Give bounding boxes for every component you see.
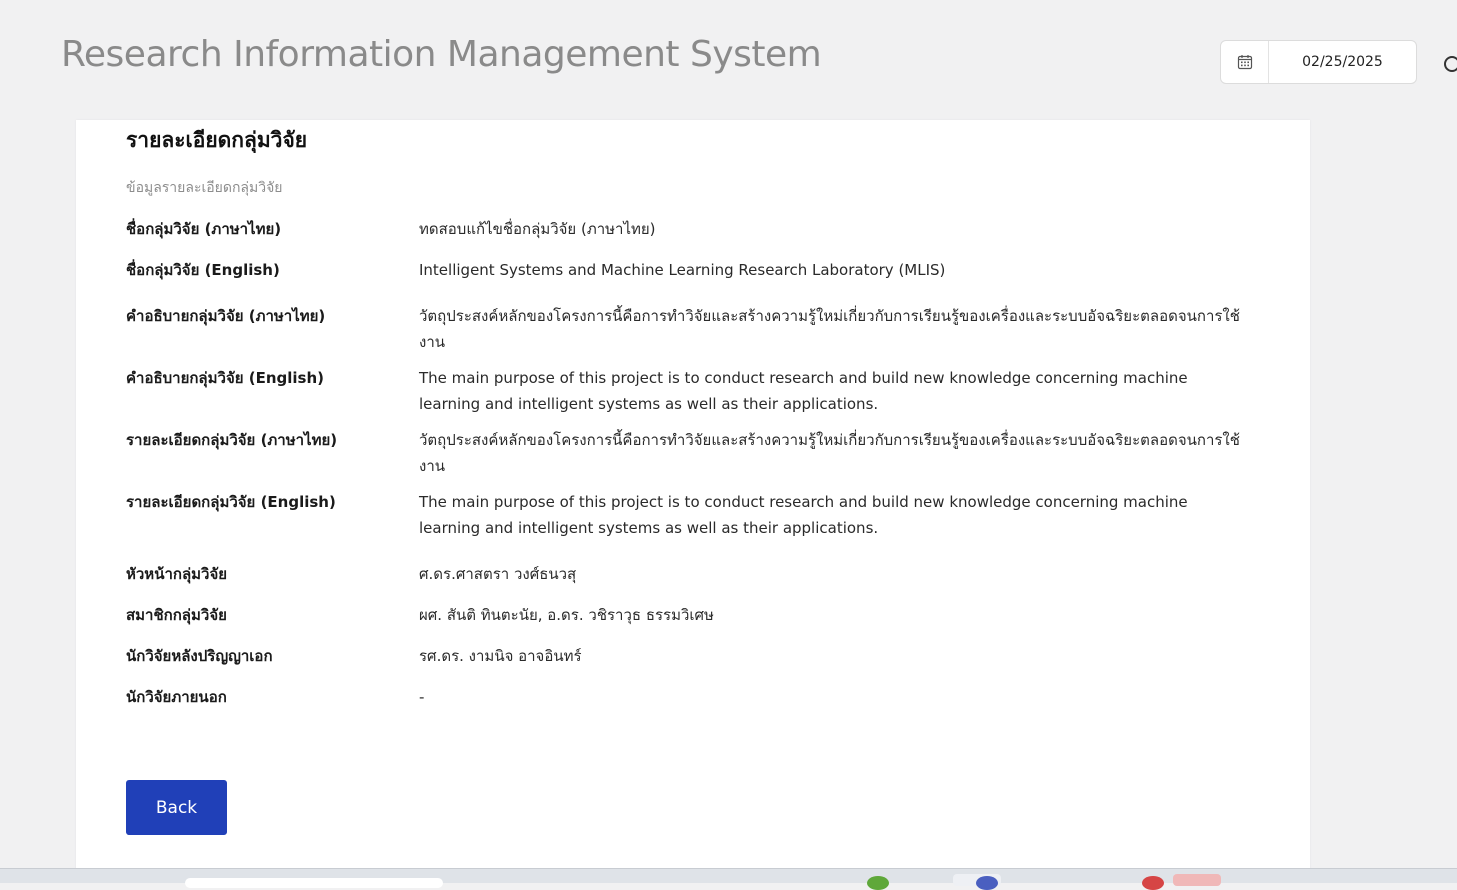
field-value: ทดสอบแก้ไขชื่อกลุ่มวิจัย (ภาษาไทย) <box>419 220 656 238</box>
taskbar-search[interactable] <box>185 878 443 888</box>
field-label: นักวิจัยหลังปริญญาเอก <box>126 647 273 665</box>
field-label: รายละเอียดกลุ่มวิจัย (ภาษาไทย) <box>126 431 338 449</box>
field-label: นักวิจัยภายนอก <box>126 688 227 706</box>
search-icon[interactable] <box>1444 56 1457 72</box>
field-value: ผศ. สันติ ทินตะนัย, อ.ดร. วชิราวุธ ธรรมว… <box>419 606 714 624</box>
calendar-icon[interactable] <box>1221 41 1269 83</box>
field-value: รศ.ดร. งามนิจ อาจอินทร์ <box>419 647 582 665</box>
research-group-detail-card: รายละเอียดกลุ่มวิจัย ข้อมูลรายละเอียดกลุ… <box>76 120 1310 880</box>
taskbar-app-icon[interactable] <box>1142 876 1164 890</box>
date-value[interactable]: 02/25/2025 <box>1269 54 1416 70</box>
header: Research Information Management System 0… <box>0 0 1457 120</box>
app-title: Research Information Management System <box>61 34 822 75</box>
field-value: The main purpose of this project is to c… <box>419 369 1188 413</box>
back-button[interactable]: Back <box>126 780 227 835</box>
field-value: วัตถุประสงค์หลักของโครงการนี้คือการทำวิจ… <box>419 307 1240 351</box>
taskbar-app-tile[interactable] <box>1173 874 1221 886</box>
field-label: ชื่อกลุ่มวิจัย (ภาษาไทย) <box>126 220 282 238</box>
field-label: หัวหน้ากลุ่มวิจัย <box>126 565 228 583</box>
section-subtitle: ข้อมูลรายละเอียดกลุ่มวิจัย <box>126 180 283 196</box>
field-value: Intelligent Systems and Machine Learning… <box>419 261 946 279</box>
taskbar-app-icon[interactable] <box>867 876 889 890</box>
date-picker[interactable]: 02/25/2025 <box>1220 40 1417 84</box>
field-label: คำอธิบายกลุ่มวิจัย (English) <box>126 369 325 387</box>
taskbar-app-icon[interactable] <box>976 876 998 890</box>
field-value: ศ.ดร.ศาสตรา วงศ์ธนวสุ <box>419 565 577 583</box>
taskbar <box>0 868 1457 890</box>
field-label: คำอธิบายกลุ่มวิจัย (ภาษาไทย) <box>126 307 326 325</box>
field-value: The main purpose of this project is to c… <box>419 493 1188 537</box>
field-value: วัตถุประสงค์หลักของโครงการนี้คือการทำวิจ… <box>419 431 1240 475</box>
page-title: รายละเอียดกลุ่มวิจัย <box>126 128 308 152</box>
field-label: รายละเอียดกลุ่มวิจัย (English) <box>126 493 336 511</box>
field-value: - <box>419 688 425 706</box>
field-label: ชื่อกลุ่มวิจัย (English) <box>126 261 280 279</box>
field-label: สมาชิกกลุ่มวิจัย <box>126 606 227 624</box>
